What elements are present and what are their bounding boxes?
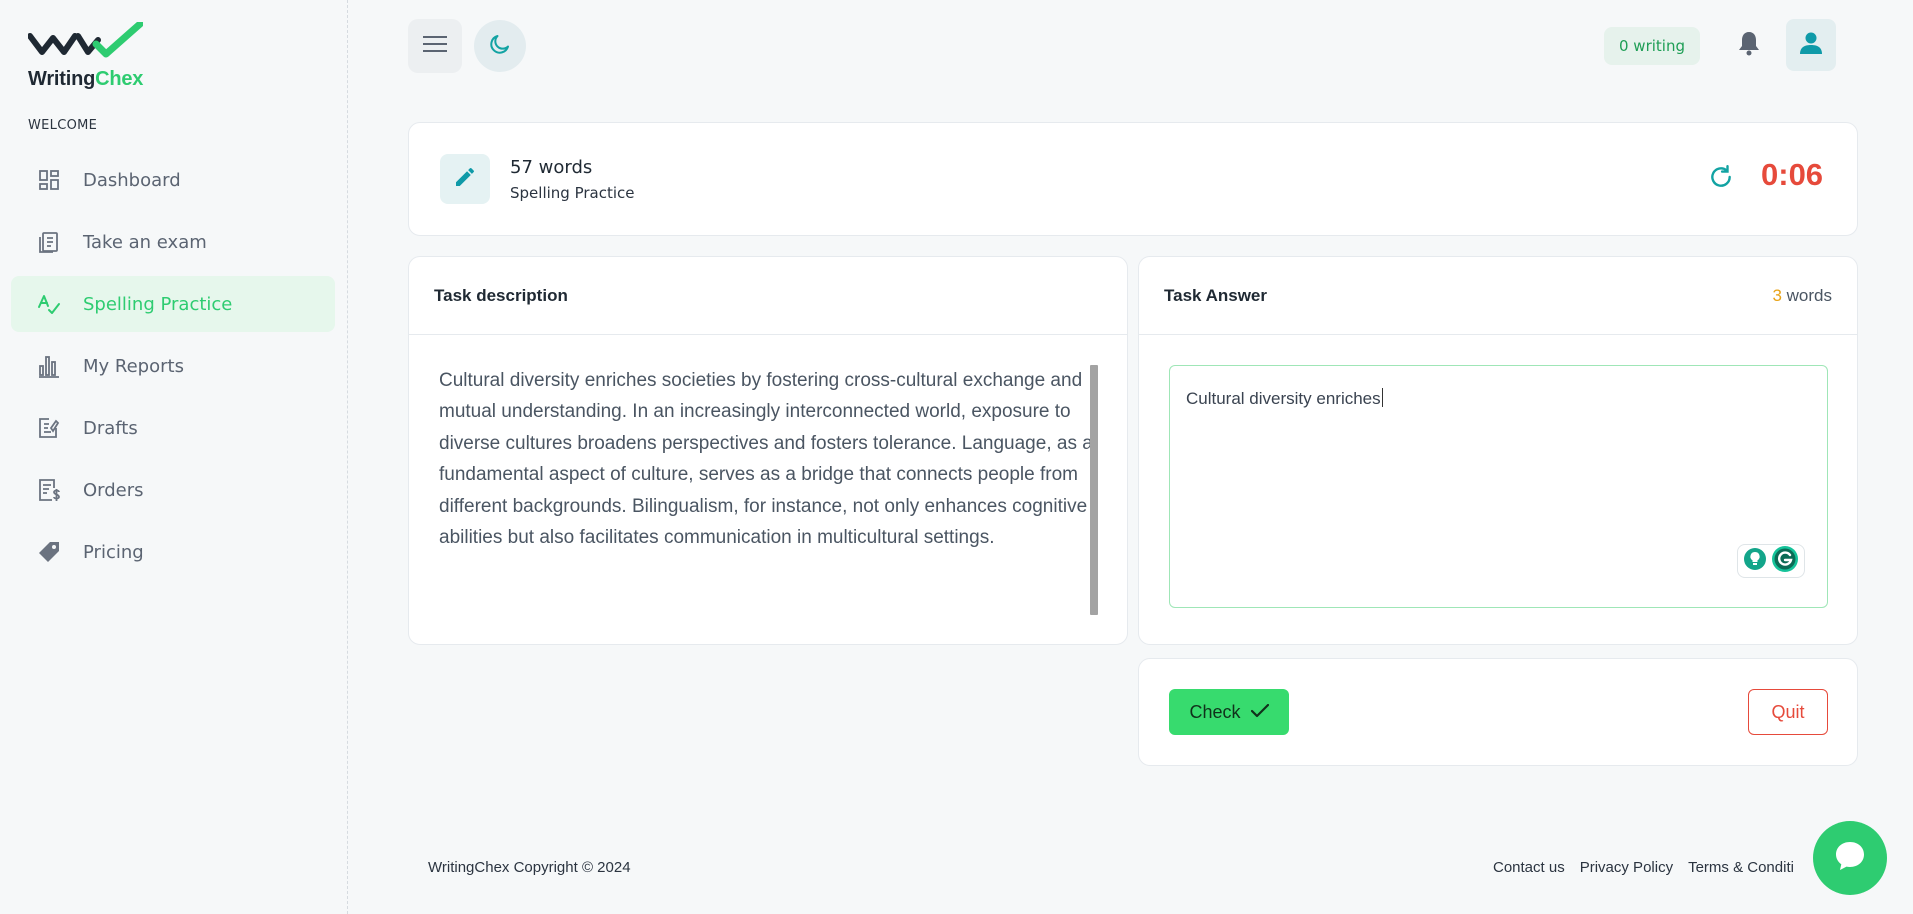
pencil-badge [440, 154, 490, 204]
footer-copyright: WritingChex Copyright © 2024 [428, 859, 631, 876]
sidebar-item-label: Take an exam [83, 231, 207, 253]
answer-text: Cultural diversity enriches [1186, 388, 1383, 408]
sidebar-item-label: Spelling Practice [83, 293, 233, 315]
spellcheck-icon [37, 292, 61, 316]
actions-card: Check Quit [1138, 658, 1858, 766]
checkmark-icon [1250, 702, 1269, 723]
menu-icon [422, 35, 448, 57]
sidebar-item-pricing[interactable]: Pricing [11, 524, 335, 580]
chat-bubble-icon [1832, 838, 1868, 878]
menu-button[interactable] [408, 19, 462, 73]
text-caret [1381, 388, 1383, 407]
sidebar-item-drafts[interactable]: Drafts [11, 400, 335, 456]
footer-links: Contact us Privacy Policy Terms & Condit… [1493, 859, 1794, 876]
session-info-card: 57 words Spelling Practice 0:06 [408, 122, 1858, 236]
sidebar-item-label: Orders [83, 479, 144, 501]
task-answer-header: Task Answer 3 words [1139, 257, 1857, 335]
sidebar-item-my-reports[interactable]: My Reports [11, 338, 335, 394]
writing-status-badge: 0 writing [1604, 27, 1700, 65]
task-answer-card: Task Answer 3 words Cultural diversity e… [1138, 256, 1858, 645]
sidebar-item-dashboard[interactable]: Dashboard [11, 152, 335, 208]
grammar-assistant-widget[interactable] [1737, 544, 1805, 578]
brand-name: WritingChex [28, 68, 144, 90]
refresh-button[interactable] [1705, 163, 1737, 195]
task-answer-title: Task Answer [1164, 285, 1267, 305]
scrollbar-thumb[interactable] [1090, 365, 1098, 615]
bar-chart-icon [37, 354, 61, 378]
pencil-icon [453, 165, 477, 193]
check-button-label: Check [1189, 701, 1241, 722]
price-tag-icon [37, 540, 61, 564]
sidebar-item-take-an-exam[interactable]: Take an exam [11, 214, 335, 270]
footer-link-contact[interactable]: Contact us [1493, 859, 1565, 876]
brand-logo[interactable]: WritingChex [28, 22, 148, 92]
sidebar-item-label: My Reports [83, 355, 184, 377]
task-description-header: Task description [409, 257, 1127, 335]
sidebar-item-label: Drafts [83, 417, 138, 439]
sidebar-item-label: Pricing [83, 541, 144, 563]
bell-icon [1738, 30, 1760, 60]
grammarly-icon[interactable] [1771, 545, 1799, 577]
clipboard-icon [37, 230, 61, 254]
moon-icon [488, 32, 512, 60]
task-description-text: Cultural diversity enriches societies by… [439, 370, 1093, 549]
check-button[interactable]: Check [1169, 689, 1289, 735]
theme-toggle-button[interactable] [474, 20, 526, 72]
sidebar-item-label: Dashboard [83, 169, 181, 191]
sidebar-nav: Dashboard Take an exam Spelling Practice… [11, 152, 335, 586]
practice-mode: Spelling Practice [510, 184, 635, 202]
countdown-timer: 0:06 [1761, 157, 1824, 192]
notifications-button[interactable] [1734, 30, 1764, 60]
sidebar: WritingChex WELCOME Dashboard Take an ex… [0, 0, 348, 914]
quit-button[interactable]: Quit [1748, 689, 1828, 735]
task-description-card: Task description Cultural diversity enri… [408, 256, 1128, 645]
lightbulb-icon[interactable] [1743, 547, 1767, 575]
receipt-icon [37, 478, 61, 502]
sidebar-item-spelling-practice[interactable]: Spelling Practice [11, 276, 335, 332]
sidebar-item-orders[interactable]: Orders [11, 462, 335, 518]
sidebar-section-label: WELCOME [28, 118, 98, 133]
logo-mark-icon [28, 22, 143, 58]
dashboard-icon [37, 168, 61, 192]
answer-word-count: 3 words [1772, 285, 1832, 305]
chat-support-button[interactable] [1813, 821, 1887, 895]
edit-note-icon [37, 416, 61, 440]
task-description-title: Task description [434, 285, 568, 305]
word-target: 57 words [510, 157, 593, 178]
refresh-icon [1708, 164, 1734, 194]
user-icon [1800, 31, 1822, 59]
footer-link-privacy[interactable]: Privacy Policy [1580, 859, 1673, 876]
footer-link-terms[interactable]: Terms & Conditi [1688, 859, 1794, 876]
user-avatar-button[interactable] [1786, 19, 1836, 71]
answer-textarea[interactable]: Cultural diversity enriches [1169, 365, 1828, 608]
